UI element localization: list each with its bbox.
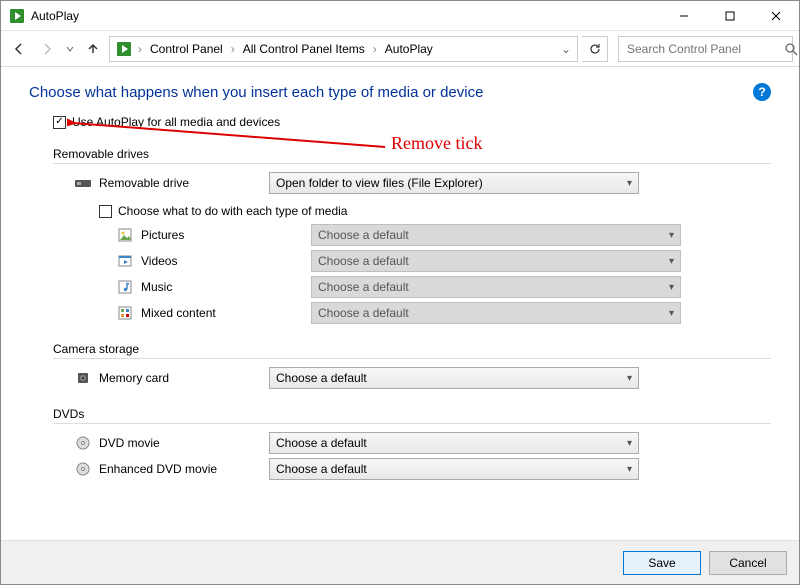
chevron-right-icon: › [371,42,379,56]
item-label: Enhanced DVD movie [99,462,269,476]
minimize-button[interactable] [661,1,707,31]
row-dvd-movie: DVD movie Choose a default ▾ [75,432,771,454]
chevron-down-icon: ▾ [669,256,674,267]
dropdown-memory-card[interactable]: Choose a default ▾ [269,367,639,389]
row-mixed-content: Mixed content Choose a default ▾ [117,302,771,324]
save-button[interactable]: Save [623,551,701,575]
dropdown-dvd-movie[interactable]: Choose a default ▾ [269,432,639,454]
address-breadcrumb[interactable]: › Control Panel › All Control Panel Item… [109,36,578,62]
dropdown-music[interactable]: Choose a default ▾ [311,276,681,298]
use-autoplay-checkbox[interactable] [53,116,66,129]
disc-icon [75,435,91,451]
row-pictures: Pictures Choose a default ▾ [117,224,771,246]
item-label: Pictures [141,228,311,242]
choose-media-type-label: Choose what to do with each type of medi… [118,204,347,218]
dropdown-enhanced-dvd-movie[interactable]: Choose a default ▾ [269,458,639,480]
help-icon[interactable]: ? [753,83,771,101]
autoplay-app-icon [9,8,25,24]
nav-forward-button[interactable] [35,37,59,61]
search-input[interactable] [625,41,784,57]
row-removable-drive: Removable drive Open folder to view file… [75,172,771,194]
dropdown-pictures[interactable]: Choose a default ▾ [311,224,681,246]
page-heading: Choose what happens when you insert each… [29,84,753,101]
choose-media-type-checkbox[interactable] [99,205,112,218]
chevron-down-icon: ▾ [627,438,632,449]
titlebar: AutoPlay [1,1,799,31]
close-button[interactable] [753,1,799,31]
disc-icon [75,461,91,477]
chevron-down-icon: ▾ [627,178,632,189]
section-removable-drives: Removable drives Removable drive Open fo… [53,147,771,324]
autoplay-path-icon [114,39,134,59]
navbar: › Control Panel › All Control Panel Item… [1,31,799,67]
maximize-button[interactable] [707,1,753,31]
cancel-button[interactable]: Cancel [709,551,787,575]
videos-icon [117,253,133,269]
chevron-down-icon: ▾ [627,464,632,475]
dropdown-mixed-content[interactable]: Choose a default ▾ [311,302,681,324]
item-label: Memory card [99,371,269,385]
section-camera-storage: Camera storage Memory card Choose a defa… [53,342,771,389]
nav-up-button[interactable] [81,37,105,61]
row-enhanced-dvd-movie: Enhanced DVD movie Choose a default ▾ [75,458,771,480]
section-title: DVDs [53,407,771,421]
footer: Save Cancel [1,540,799,584]
dropdown-videos[interactable]: Choose a default ▾ [311,250,681,272]
breadcrumb-control-panel[interactable]: Control Panel [146,40,227,58]
item-label: Videos [141,254,311,268]
content-pane: Choose what happens when you insert each… [1,67,799,540]
item-label: Removable drive [99,176,269,190]
refresh-button[interactable] [582,36,608,62]
nav-history-dropdown[interactable] [63,37,77,61]
mixed-content-icon [117,305,133,321]
section-title: Removable drives [53,147,771,161]
use-autoplay-label: Use AutoPlay for all media and devices [72,115,280,129]
section-dvds: DVDs DVD movie Choose a default ▾ Enhanc… [53,407,771,480]
row-music: Music Choose a default ▾ [117,276,771,298]
divider [53,163,771,164]
breadcrumb-all-items[interactable]: All Control Panel Items [239,40,369,58]
music-icon [117,279,133,295]
item-label: DVD movie [99,436,269,450]
item-label: Music [141,280,311,294]
chevron-down-icon[interactable]: ⌄ [559,42,573,56]
memory-card-icon [75,370,91,386]
chevron-down-icon: ▾ [669,282,674,293]
row-videos: Videos Choose a default ▾ [117,250,771,272]
chevron-down-icon: ▾ [669,308,674,319]
pictures-icon [117,227,133,243]
nav-back-button[interactable] [7,37,31,61]
divider [53,423,771,424]
drive-icon [75,175,91,191]
breadcrumb-autoplay[interactable]: AutoPlay [381,40,437,58]
search-box[interactable] [618,36,793,62]
chevron-down-icon: ▾ [627,373,632,384]
dropdown-removable-drive[interactable]: Open folder to view files (File Explorer… [269,172,639,194]
window-title: AutoPlay [31,9,79,23]
chevron-right-icon: › [229,42,237,56]
row-memory-card: Memory card Choose a default ▾ [75,367,771,389]
search-icon [784,42,798,56]
section-title: Camera storage [53,342,771,356]
divider [53,358,771,359]
item-label: Mixed content [141,306,311,320]
chevron-right-icon: › [136,42,144,56]
chevron-down-icon: ▾ [669,230,674,241]
